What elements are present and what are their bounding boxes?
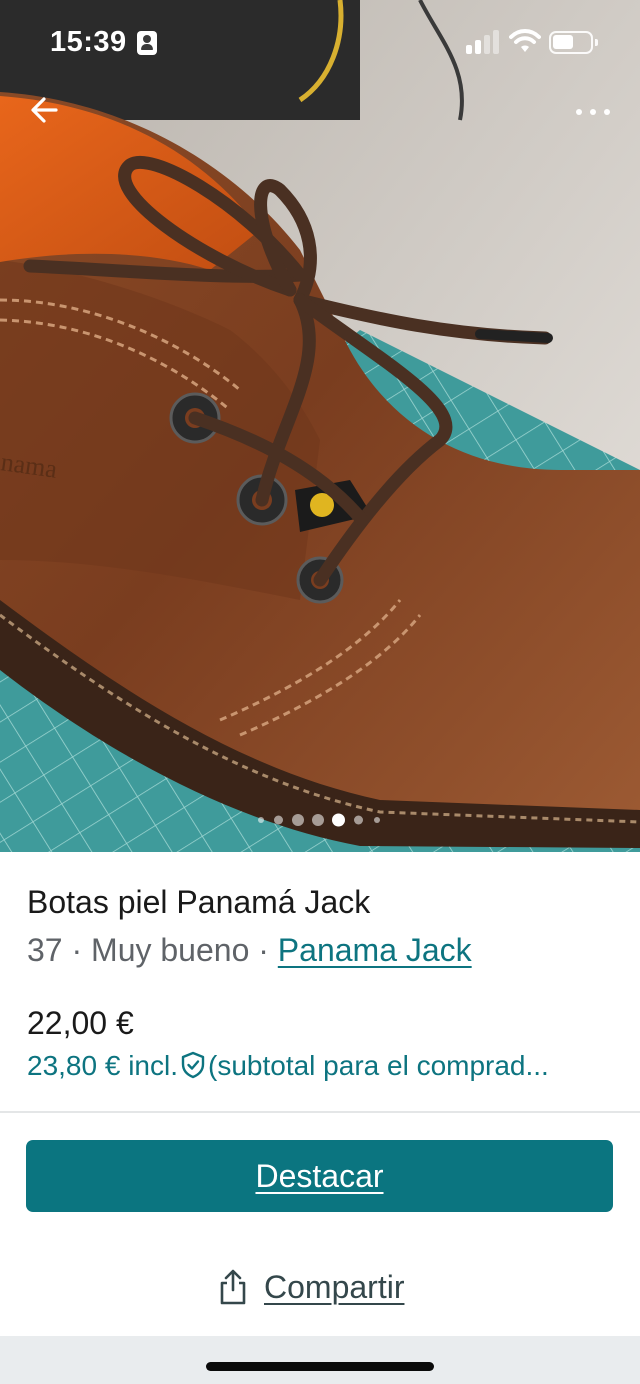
bump-button[interactable]: Destacar [26, 1140, 613, 1212]
separator: · [62, 932, 92, 968]
carousel-dot-active[interactable] [332, 813, 345, 827]
arrow-left-icon[interactable] [24, 88, 68, 132]
carousel-dot[interactable] [374, 817, 380, 823]
buyer-price-amount: 23,80 € incl. [27, 1050, 178, 1081]
share-button[interactable]: Compartir [218, 1264, 404, 1310]
more-horizontal-icon[interactable] [568, 96, 618, 128]
wifi-icon [509, 29, 541, 52]
share-label: Compartir [264, 1268, 405, 1305]
condition-label: Muy bueno [91, 932, 250, 968]
size-label: 37 [27, 932, 63, 968]
divider [0, 1111, 640, 1113]
boot-photo: nama [0, 0, 640, 852]
buyer-price-note: (subtotal para el comprad... [208, 1050, 549, 1081]
cellular-signal-icon [466, 30, 500, 54]
status-bar: 15:39 [0, 0, 640, 86]
carousel-dots[interactable] [250, 812, 390, 828]
person-badge-icon [137, 31, 157, 55]
buyer-price-info[interactable]: 23,80 € incl. (subtotal para el comprad.… [27, 1050, 617, 1082]
home-indicator[interactable] [206, 1362, 434, 1371]
carousel-dot[interactable] [312, 814, 324, 826]
battery-icon [549, 31, 598, 54]
bump-button-label: Destacar [255, 1158, 384, 1194]
shield-check-icon [181, 1051, 205, 1079]
carousel-dot[interactable] [354, 815, 363, 825]
product-photo[interactable]: nama 15:39 [0, 0, 640, 852]
item-price: 22,00 € [27, 1005, 134, 1041]
carousel-dot[interactable] [258, 817, 264, 823]
carousel-dot[interactable] [274, 815, 283, 825]
listing-attributes: 37 · Muy bueno · Panama Jack [27, 932, 472, 969]
listing-title: Botas piel Panamá Jack [27, 884, 371, 920]
bottom-bar [0, 1336, 640, 1384]
share-icon [220, 1269, 246, 1305]
carousel-dot[interactable] [292, 814, 304, 826]
separator: · [249, 932, 278, 968]
status-time: 15:39 [50, 26, 127, 58]
brand-link[interactable]: Panama Jack [278, 932, 472, 968]
